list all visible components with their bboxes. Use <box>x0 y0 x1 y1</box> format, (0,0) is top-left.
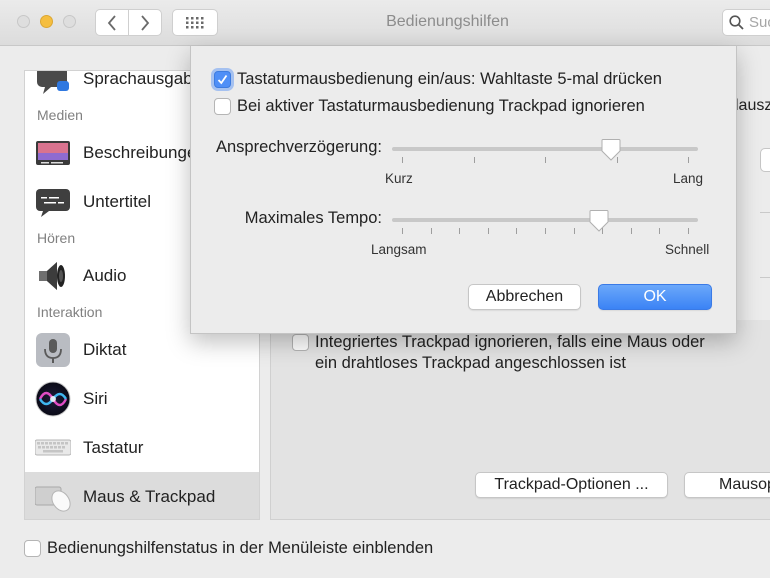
caption-bubble-icon <box>36 188 70 217</box>
sidebar-item-label: Siri <box>83 388 108 408</box>
speed-slider-label: Maximales Tempo: <box>244 209 382 227</box>
delay-min-label: Kurz <box>385 171 413 186</box>
option2-label: Bei aktiver Tastaturmausbedienung Trackp… <box>237 97 645 115</box>
sidebar-item-label: Diktat <box>83 339 127 359</box>
search-placeholder: Suchen <box>749 14 770 31</box>
section-header-hoeren: Hören <box>37 230 76 246</box>
truncated-label: lausz <box>735 97 770 114</box>
slider-tick <box>402 228 403 234</box>
delay-slider-track[interactable] <box>392 147 698 151</box>
speed-slider-track[interactable] <box>392 218 698 222</box>
option2-checkbox[interactable] <box>214 98 231 115</box>
option2-row[interactable]: Bei aktiver Tastaturmausbedienung Trackp… <box>214 96 645 117</box>
screen-description-icon <box>36 140 70 165</box>
slider-tick <box>545 157 546 163</box>
title-bar: Bedienungshilfen Suchen <box>0 0 770 46</box>
trackpad-options-button[interactable]: Trackpad-Optionen ... <box>475 472 668 498</box>
sidebar-item-label: Beschreibungen <box>83 142 206 162</box>
ignore-trackpad-label: Integriertes Trackpad ignorieren, falls … <box>315 332 705 374</box>
sidebar-item-label: Maus & Trackpad <box>83 486 216 506</box>
search-icon <box>729 15 744 30</box>
slider-tick <box>459 228 461 234</box>
ok-button[interactable]: OK <box>598 284 712 310</box>
sidebar-item-label: Audio <box>83 265 127 285</box>
ignore-trackpad-checkbox-row[interactable]: Integriertes Trackpad ignorieren, falls … <box>292 332 705 374</box>
mouse-keys-options-sheet: Tastaturmausbedienung ein/aus: Wahltaste… <box>190 46 737 334</box>
keyboard-icon <box>35 439 71 455</box>
truncated-control[interactable] <box>760 148 770 172</box>
divider <box>760 277 770 278</box>
section-header-medien: Medien <box>37 107 83 123</box>
slider-tick <box>573 228 575 234</box>
mouse-options-button[interactable]: Mausop <box>684 472 770 498</box>
sidebar-item-siri[interactable]: Siri <box>25 374 259 423</box>
sidebar-item-label: Sprachausgabe <box>83 70 203 88</box>
slider-tick <box>545 228 546 234</box>
slider-tick <box>487 228 489 234</box>
section-header-interaktion: Interaktion <box>37 304 103 320</box>
slider-tick <box>402 157 403 163</box>
speed-slider-knob[interactable] <box>589 209 609 232</box>
cancel-button[interactable]: Abbrechen <box>468 284 581 310</box>
ignore-trackpad-label-line1: Integriertes Trackpad ignorieren, falls … <box>315 333 705 351</box>
speaker-icon <box>39 261 65 290</box>
trackpad-mouse-icon <box>35 486 71 512</box>
slider-tick <box>688 157 689 163</box>
status-menubar-checkbox-row[interactable]: Bedienungshilfenstatus in der Menüleiste… <box>24 538 433 559</box>
ignore-trackpad-label-line2: ein drahtloses Trackpad angeschlossen is… <box>315 354 626 372</box>
slider-tick <box>630 228 632 234</box>
status-menubar-label: Bedienungshilfenstatus in der Menüleiste… <box>47 539 434 557</box>
sidebar-item-tastatur[interactable]: Tastatur <box>25 423 259 472</box>
slider-tick <box>473 157 475 163</box>
speed-min-label: Langsam <box>371 242 427 257</box>
speed-max-label: Schnell <box>665 242 710 257</box>
divider <box>760 212 770 213</box>
sidebar-item-label: Tastatur <box>83 437 144 457</box>
sidebar-item-label: Untertitel <box>83 191 152 211</box>
slider-tick <box>688 228 689 234</box>
slider-tick <box>659 228 661 234</box>
option1-checkbox[interactable] <box>214 71 231 88</box>
window-title: Bedienungshilfen <box>386 13 509 30</box>
option1-row[interactable]: Tastaturmausbedienung ein/aus: Wahltaste… <box>214 69 662 90</box>
slider-tick <box>516 228 518 234</box>
ignore-trackpad-checkbox[interactable] <box>292 334 309 351</box>
slider-tick <box>430 228 432 234</box>
checkmark-icon <box>217 74 228 85</box>
delay-slider-label: Ansprechverzögerung: <box>215 138 382 156</box>
status-menubar-checkbox[interactable] <box>24 540 41 557</box>
microphone-icon <box>36 332 70 367</box>
speech-bubble-icon <box>37 71 69 94</box>
sidebar-item-maus-trackpad[interactable]: Maus & Trackpad <box>25 472 259 519</box>
option1-label: Tastaturmausbedienung ein/aus: Wahltaste… <box>237 70 662 88</box>
delay-max-label: Lang <box>673 171 704 186</box>
siri-icon <box>35 381 71 416</box>
delay-slider-knob[interactable] <box>601 138 621 161</box>
search-field[interactable]: Suchen <box>722 9 770 36</box>
